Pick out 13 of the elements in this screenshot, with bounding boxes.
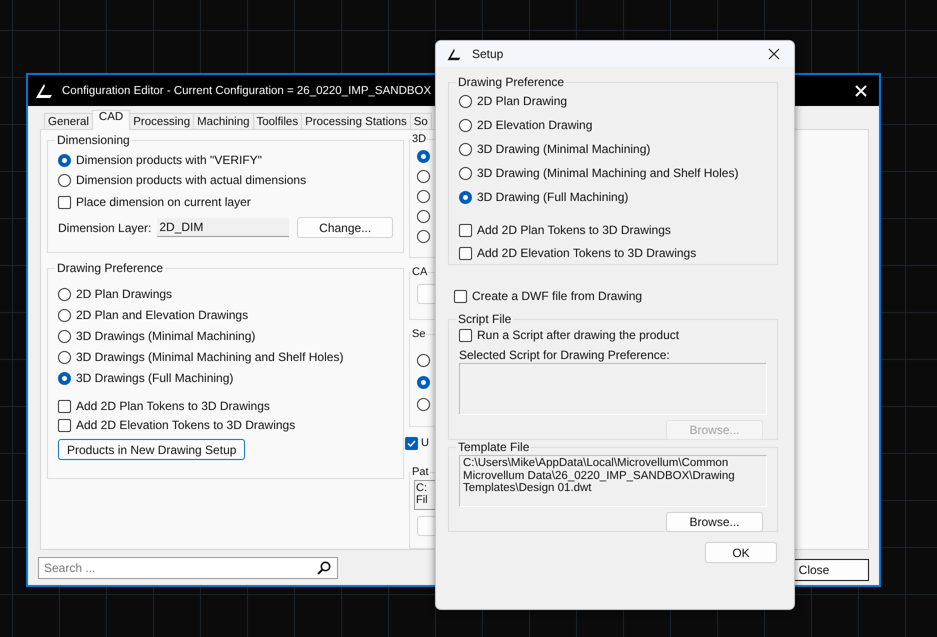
- group-title: Se: [411, 328, 426, 340]
- window-title: Configuration Editor - Current Configuration = 26_0220_IMP_SANDBOX: [62, 84, 432, 96]
- group-title: Drawing Preference: [457, 75, 566, 89]
- script-label: Selected Script for Drawing Preference:: [459, 348, 671, 362]
- group-title: Script File: [457, 312, 512, 326]
- group-title: Dimensioning: [56, 133, 131, 147]
- group-title: CA: [411, 266, 428, 278]
- group-title: 3D: [411, 133, 428, 145]
- group-title: Drawing Preference: [56, 261, 164, 275]
- group-title: Template File: [457, 440, 530, 454]
- group-title: Pat: [411, 466, 430, 478]
- layer-label: Dimension Layer:: [58, 220, 152, 234]
- dialog-title: Setup: [472, 47, 504, 61]
